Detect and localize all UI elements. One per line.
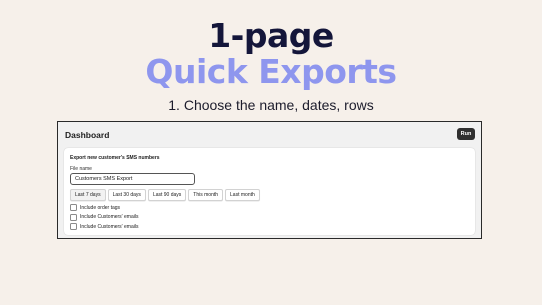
dashboard-window: Dashboard Run Export new customer's SMS … — [57, 121, 482, 239]
option-customer-emails[interactable]: Include Customers' emails — [70, 213, 138, 223]
run-button[interactable]: Run — [457, 128, 475, 140]
date-range-last-month[interactable]: Last month — [225, 189, 260, 201]
date-range-last-30-days[interactable]: Last 30 days — [107, 189, 146, 201]
date-range-group: Last 7 days Last 30 days Last 90 days Th… — [70, 189, 260, 201]
option-order-tags[interactable]: Include order tags — [70, 203, 138, 213]
file-name-input[interactable] — [70, 173, 195, 185]
options-list: Include order tags Include Customers' em… — [70, 203, 138, 232]
step-caption: 1. Choose the name, dates, rows — [168, 97, 374, 113]
checkbox[interactable] — [70, 213, 77, 221]
file-name-label: File name — [70, 166, 92, 172]
hero-title: 1-page — [208, 16, 334, 55]
date-range-last-90-days[interactable]: Last 90 days — [147, 189, 187, 201]
checkbox[interactable] — [70, 204, 77, 212]
option-label: Include order tags — [80, 204, 121, 211]
export-card: Export new customer's SMS numbers File n… — [64, 148, 475, 235]
date-range-this-month[interactable]: This month — [188, 189, 224, 201]
option-label: Include Customers' emails — [80, 214, 139, 221]
date-range-last-7-days[interactable]: Last 7 days — [70, 189, 106, 201]
option-customer-emails-2[interactable]: Include Customers' emails — [70, 222, 138, 232]
hero-subtitle: Quick Exports — [145, 52, 397, 91]
option-label: Include Customers' emails — [80, 223, 139, 230]
dashboard-header: Dashboard — [65, 130, 110, 140]
checkbox[interactable] — [70, 223, 77, 231]
card-title: Export new customer's SMS numbers — [70, 155, 160, 161]
